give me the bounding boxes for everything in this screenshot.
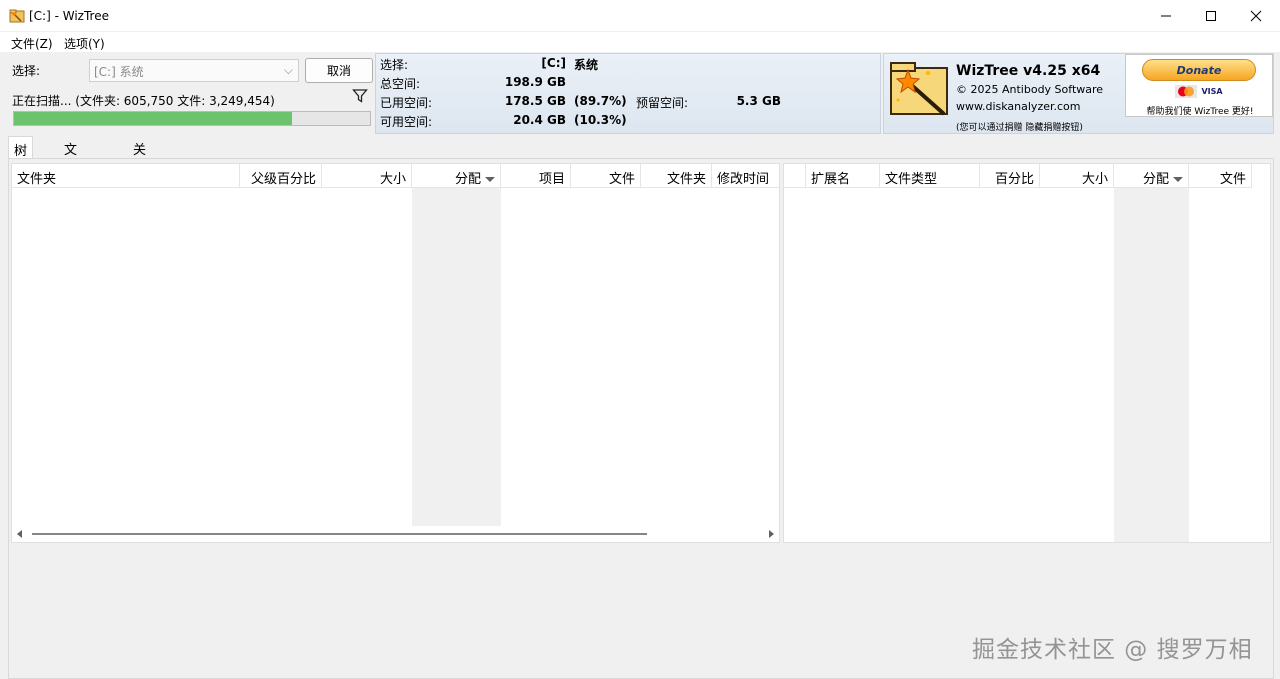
scan-progress-bar <box>13 111 371 126</box>
free-space-percent: (10.3%) <box>574 113 627 127</box>
drive-select-value: [C:] 系统 <box>94 65 144 79</box>
col-ext-files[interactable]: 文件 <box>1189 164 1252 188</box>
cancel-button[interactable]: 取消 <box>305 58 373 83</box>
drive-info-panel: 选择: [C:] 系统 总空间: 198.9 GB 已用空间: 178.5 GB… <box>375 53 881 134</box>
maximize-button[interactable] <box>1188 0 1234 32</box>
close-icon <box>1250 10 1262 22</box>
col-percent[interactable]: 百分比 <box>980 164 1040 188</box>
used-space-percent: (89.7%) <box>574 94 627 108</box>
extension-list[interactable]: 扩展名 文件类型 百分比 大小 分配 文件 <box>783 163 1271 543</box>
scroll-thumb[interactable] <box>32 533 647 535</box>
col-extension[interactable]: 扩展名 <box>806 164 880 188</box>
scroll-right-icon[interactable] <box>767 530 775 538</box>
chevron-down-icon: ⌵ <box>283 63 293 77</box>
scroll-left-icon[interactable] <box>16 530 24 538</box>
total-space-label: 总空间: <box>380 77 421 91</box>
scan-panel: 选择: [C:] 系统 ⌵ 取消 正在扫描... (文件夹: 605,750 文… <box>3 52 374 135</box>
product-name: WizTree v4.25 x64 <box>956 63 1101 79</box>
folder-tree-list[interactable]: 文件夹 父级百分比 大小 分配 项目 文件 文件夹 修改时间 <box>11 163 780 543</box>
wiztree-app-icon <box>9 9 25 23</box>
tab-file-view[interactable]: 文件查看 <box>59 136 82 215</box>
drive-letter: [C:] <box>541 56 566 70</box>
reserved-space-value: 5.3 GB <box>736 94 781 108</box>
used-space-value: 178.5 GB <box>504 94 566 108</box>
donate-area: Donate VISA 帮助我们使 WizTree 更好! <box>1125 54 1273 117</box>
col-allocated-label: 分配 <box>454 172 481 187</box>
total-space-value: 198.9 GB <box>504 75 566 89</box>
col-ext-size[interactable]: 大小 <box>1040 164 1114 188</box>
title-bar: [C:] - WizTree <box>0 0 1280 32</box>
filter-icon[interactable] <box>352 88 368 104</box>
window-title: [C:] - WizTree <box>29 9 109 23</box>
copyright-text: © 2025 Antibody Software <box>956 83 1104 96</box>
sorted-column-shade <box>1114 188 1189 542</box>
sort-desc-icon <box>485 177 495 182</box>
close-button[interactable] <box>1233 0 1279 32</box>
watermark-text: 掘金技术社区 @ 搜罗万相 <box>972 637 1253 663</box>
donate-note: (您可以通过捐赠 隐藏捐赠按钮) <box>956 123 1083 133</box>
col-items[interactable]: 项目 <box>501 164 571 188</box>
brand-panel: WizTree v4.25 x64 © 2025 Antibody Softwa… <box>883 53 1274 134</box>
donate-button[interactable]: Donate <box>1142 59 1256 81</box>
sorted-column-shade <box>412 188 501 526</box>
reserved-space-label: 预留空间: <box>636 96 689 110</box>
drive-name: 系统 <box>574 58 599 72</box>
website-link[interactable]: www.diskanalyzer.com <box>956 100 1081 113</box>
tree-view-content: 文件夹 父级百分比 大小 分配 项目 文件 文件夹 修改时间 扩展名 文件类型 … <box>8 158 1274 679</box>
minimize-button[interactable] <box>1143 0 1189 32</box>
sort-desc-icon <box>1173 177 1183 182</box>
col-folder[interactable]: 文件夹 <box>12 164 240 188</box>
tab-about[interactable]: 关于 <box>128 136 151 177</box>
mastercard-icon <box>1175 85 1197 98</box>
col-file-type[interactable]: 文件类型 <box>880 164 980 188</box>
col-parent-percent[interactable]: 父级百分比 <box>240 164 322 188</box>
col-folders[interactable]: 文件夹 <box>641 164 712 188</box>
visa-icon: VISA <box>1201 87 1223 96</box>
free-space-label: 可用空间: <box>380 115 433 129</box>
minimize-icon <box>1161 15 1171 17</box>
donate-help-text: 帮助我们使 WizTree 更好! <box>1146 107 1254 117</box>
free-space-value: 20.4 GB <box>513 113 566 127</box>
drive-select[interactable]: [C:] 系统 ⌵ <box>89 59 299 82</box>
scan-status: 正在扫描... (文件夹: 605,750 文件: 3,249,454) <box>12 94 275 108</box>
maximize-icon <box>1206 11 1216 21</box>
col-ext-allocated-label: 分配 <box>1142 172 1169 187</box>
scan-progress-fill <box>14 112 292 125</box>
drive-select-label: 选择: <box>380 58 409 72</box>
col-ext-allocated[interactable]: 分配 <box>1114 164 1189 188</box>
used-space-label: 已用空间: <box>380 96 433 110</box>
col-files[interactable]: 文件 <box>571 164 641 188</box>
menu-options[interactable]: 选项(Y) <box>64 35 105 52</box>
tab-tree-view[interactable]: 树查看 <box>8 136 34 197</box>
col-size[interactable]: 大小 <box>322 164 412 188</box>
menu-file[interactable]: 文件(Z) <box>11 35 53 52</box>
wiztree-logo[interactable] <box>888 58 952 118</box>
col-icon[interactable] <box>784 164 806 188</box>
horizontal-scrollbar[interactable] <box>12 526 779 542</box>
menu-bar: 文件(Z) 选项(Y) <box>0 32 1280 52</box>
select-label: 选择: <box>12 64 41 78</box>
col-modified[interactable]: 修改时间 <box>712 164 779 188</box>
col-allocated[interactable]: 分配 <box>412 164 501 188</box>
